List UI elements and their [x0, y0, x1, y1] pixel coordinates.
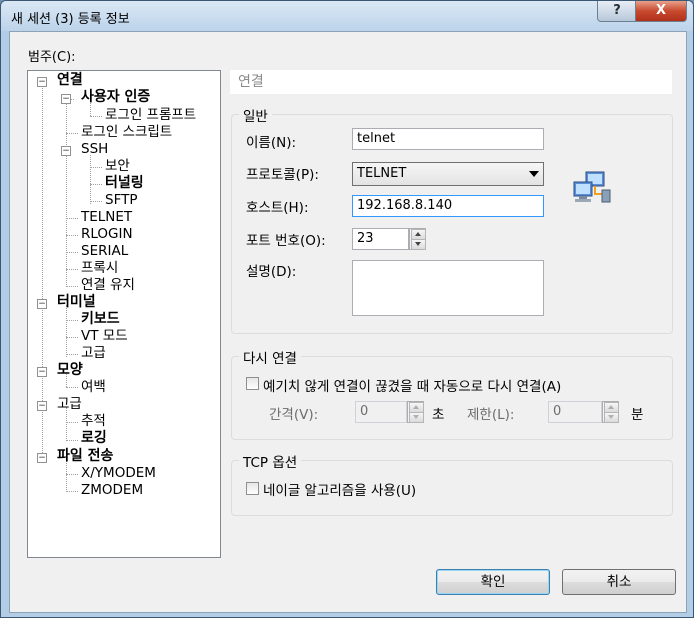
tree-line [66, 387, 78, 388]
tree-item-zmodem[interactable]: ZMODEM [81, 482, 143, 499]
spin-down-icon[interactable] [409, 412, 424, 423]
collapse-icon[interactable]: − [37, 77, 47, 87]
tree-item-margins[interactable]: 여백 [81, 379, 106, 396]
tree-line [90, 167, 102, 168]
tree-line [66, 252, 78, 253]
host-field[interactable]: 192.168.8.140 [352, 195, 544, 217]
interval-label: 간격(V): [269, 407, 319, 423]
collapse-icon[interactable]: − [37, 299, 47, 309]
tree-line [66, 269, 78, 270]
spin-down-icon[interactable] [604, 412, 619, 423]
tree-item-user-auth[interactable]: 사용자 인증 [81, 89, 150, 106]
tree-item-connection[interactable]: 연결 [57, 72, 83, 89]
host-label: 호스트(H): [246, 200, 309, 216]
reconnect-group [231, 356, 673, 440]
tree-item-serial[interactable]: SERIAL [81, 243, 128, 260]
tree-line [66, 337, 78, 338]
tree-line [90, 184, 102, 185]
category-label: 범주(C): [28, 50, 76, 65]
help-button[interactable]: ? [597, 1, 637, 22]
tree-line [66, 305, 67, 357]
tree-line [66, 218, 78, 219]
collapse-icon[interactable]: − [37, 401, 47, 411]
tree-item-login-script[interactable]: 로그인 스크립트 [81, 124, 172, 141]
tcp-options-group-title: TCP 옵션 [239, 451, 302, 471]
close-button[interactable]: X [635, 1, 687, 22]
tree-item-terminal[interactable]: 터미널 [57, 294, 96, 311]
tree-item-proxy[interactable]: 프록시 [81, 260, 118, 277]
collapse-icon[interactable]: − [61, 146, 71, 156]
interval-unit: 초 [432, 407, 445, 423]
description-label: 설명(D): [246, 264, 297, 280]
nagle-checkbox[interactable] [246, 482, 259, 495]
session-properties-dialog: 새 세션 (3) 등록 정보 ? X 범주(C): − 연결 − 사용자 인증 … [0, 0, 694, 618]
tree-item-appearance[interactable]: 모양 [57, 362, 83, 379]
tree-item-vt-mode[interactable]: VT 모드 [81, 328, 128, 345]
tree-line [66, 491, 78, 492]
network-connection-icon [573, 171, 611, 203]
limit-spinner[interactable] [602, 401, 619, 423]
nagle-label[interactable]: 네이글 알고리즘을 사용(U) [263, 479, 416, 499]
collapse-icon[interactable]: − [37, 367, 47, 377]
tree-item-xymodem[interactable]: X/YMODEM [81, 465, 156, 482]
tree-line [66, 286, 78, 287]
limit-field[interactable]: 0 [548, 401, 602, 423]
port-label: 포트 번호(O): [246, 233, 326, 249]
category-tree[interactable]: − 연결 − 사용자 인증 로그인 프롬프트 로그인 스크립트 − SSH 보안… [27, 70, 221, 558]
tree-item-logging[interactable]: 로깅 [81, 430, 107, 447]
tree-line [90, 201, 102, 202]
auto-reconnect-checkbox[interactable] [246, 377, 259, 390]
tree-item-ssh[interactable]: SSH [81, 141, 108, 158]
tree-line [66, 235, 78, 236]
cancel-button[interactable]: 취소 [562, 569, 676, 595]
title-bar[interactable]: 새 세션 (3) 등록 정보 ? X [1, 1, 693, 31]
auto-reconnect-label[interactable]: 예기치 않게 연결이 끊겼을 때 자동으로 다시 연결(A) [263, 375, 561, 395]
tree-item-terminal-advanced[interactable]: 고급 [81, 345, 106, 362]
tree-item-trace[interactable]: 추적 [81, 413, 106, 430]
tree-line [90, 155, 91, 204]
tree-item-telnet[interactable]: TELNET [81, 209, 132, 226]
collapse-icon[interactable]: − [37, 453, 47, 463]
tree-line [66, 101, 67, 287]
tree-line [66, 320, 78, 321]
protocol-selected-value: TELNET [357, 166, 407, 181]
tree-item-security[interactable]: 보안 [105, 158, 130, 175]
window-title: 새 세션 (3) 등록 정보 [11, 12, 130, 27]
interval-spinner[interactable] [407, 401, 424, 423]
reconnect-group-title: 다시 연결 [239, 347, 301, 367]
protocol-select[interactable]: TELNET [352, 162, 544, 186]
name-field[interactable]: telnet [352, 128, 544, 150]
tree-line [66, 133, 78, 134]
tree-item-advanced[interactable]: 고급 [57, 396, 82, 413]
tree-item-tunneling[interactable]: 터널링 [105, 175, 144, 192]
protocol-label: 프로토콜(P): [246, 167, 319, 183]
tree-item-keyboard[interactable]: 키보드 [81, 311, 120, 328]
tree-item-rlogin[interactable]: RLOGIN [81, 226, 133, 243]
dialog-body: 범주(C): − 연결 − 사용자 인증 로그인 프롬프트 로그인 스크립트 −… [9, 31, 687, 613]
limit-unit: 분 [631, 407, 644, 423]
port-field[interactable]: 23 [352, 228, 409, 250]
collapse-icon[interactable]: − [61, 94, 71, 104]
tree-line [66, 354, 78, 355]
general-group-title: 일반 [239, 105, 272, 125]
tree-line [66, 474, 78, 475]
description-textarea[interactable] [352, 260, 544, 316]
ok-button[interactable]: 확인 [436, 569, 550, 595]
chevron-down-icon [529, 171, 539, 177]
name-label: 이름(N): [246, 135, 297, 151]
tree-line [66, 440, 78, 441]
tree-item-login-prompt[interactable]: 로그인 프롬프트 [105, 107, 196, 124]
tree-line [66, 422, 78, 423]
tree-item-keepalive[interactable]: 연결 유지 [81, 277, 135, 294]
panel-title: 연결 [230, 70, 672, 94]
interval-field[interactable]: 0 [355, 401, 407, 423]
tree-line [90, 116, 102, 117]
tree-item-file-transfer[interactable]: 파일 전송 [57, 448, 113, 465]
limit-label: 제한(L): [467, 407, 515, 423]
spin-down-icon[interactable] [411, 239, 426, 250]
port-spinner[interactable] [409, 228, 426, 250]
tree-item-sftp[interactable]: SFTP [105, 192, 137, 209]
